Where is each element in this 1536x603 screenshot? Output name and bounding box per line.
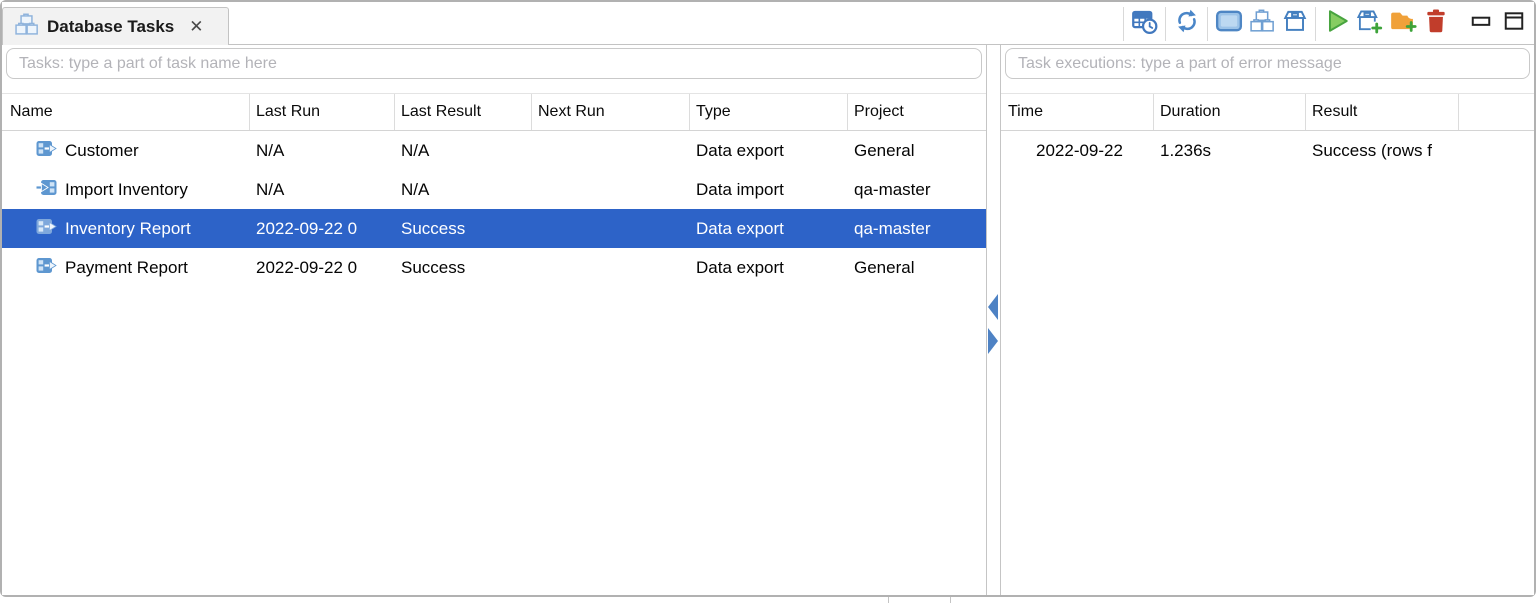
collapse-right-arrow-icon[interactable] — [988, 328, 998, 354]
toolbar-separator — [1207, 6, 1208, 41]
task-name: Import Inventory — [65, 179, 188, 199]
column-header-type[interactable]: Type — [690, 94, 848, 130]
main-area: Name Last Run Last Result Next Run Type … — [2, 45, 1534, 595]
column-header-filler — [1459, 94, 1534, 130]
trash-icon — [1424, 8, 1448, 39]
task-project: qa-master — [854, 179, 931, 199]
execution-duration: 1.236s — [1160, 140, 1212, 160]
column-header-time[interactable]: Time — [1001, 94, 1154, 130]
data-export-icon — [36, 257, 57, 279]
task-last-result: Success — [401, 218, 466, 238]
open-box-icon — [1282, 8, 1308, 39]
task-last-run: N/A — [256, 179, 285, 199]
sash-tick — [888, 597, 889, 603]
executions-filter-area — [1001, 45, 1534, 93]
tasks-filter-area — [2, 45, 986, 93]
database-tasks-window: Database Tasks ✕ Tasks: type a part of t… — [0, 0, 1536, 597]
column-header-name[interactable]: Name — [2, 94, 250, 130]
executions-filter-input[interactable] — [1005, 48, 1530, 79]
create-task-folder-button[interactable] — [1386, 7, 1419, 41]
play-icon — [1324, 8, 1350, 39]
task-name: Payment Report — [65, 257, 188, 277]
task-name: Customer — [65, 140, 139, 160]
tasks-panel: Name Last Run Last Result Next Run Type … — [2, 45, 987, 595]
maximize-icon — [1503, 10, 1525, 37]
show-panel-button[interactable] — [1212, 7, 1245, 41]
task-last-run: 2022-09-22 0 — [256, 257, 358, 277]
task-row-import-inventory[interactable]: Import Inventory N/A N/A Data import qa-… — [2, 170, 986, 209]
task-last-result: Success — [401, 257, 466, 277]
task-row-inventory-report[interactable]: Inventory Report 2022-09-22 0 Success Da… — [2, 209, 986, 248]
tasks-filter-input[interactable] — [6, 48, 982, 79]
group-tasks-button[interactable] — [1245, 7, 1278, 41]
delete-task-button[interactable] — [1419, 7, 1452, 41]
execution-result: Success (rows f — [1312, 140, 1432, 160]
view-task-schedules-button[interactable] — [1128, 7, 1161, 41]
task-last-result: N/A — [401, 140, 430, 160]
task-executions-panel: Time Duration Result 2022-09-22 1.236s S… — [1000, 45, 1534, 595]
task-type: Data export — [696, 257, 784, 277]
tab-title: Database Tasks — [47, 16, 175, 36]
task-last-run: N/A — [256, 140, 285, 160]
task-row-customer[interactable]: Customer N/A N/A Data export General — [2, 131, 986, 170]
new-task-icon — [1356, 8, 1383, 40]
column-header-duration[interactable]: Duration — [1154, 94, 1306, 130]
task-project: qa-master — [854, 218, 931, 238]
panel-splitter[interactable] — [987, 45, 1000, 595]
task-project: General — [854, 140, 915, 160]
task-last-run: 2022-09-22 0 — [256, 218, 358, 238]
task-project: General — [854, 257, 915, 277]
toolbar-separator — [1315, 6, 1316, 41]
panel-icon — [1215, 8, 1243, 39]
task-name: Inventory Report — [65, 218, 191, 238]
collapse-left-arrow-icon[interactable] — [988, 294, 998, 320]
toolbar — [1119, 2, 1530, 45]
toolbar-separator — [1165, 6, 1166, 41]
run-task-button[interactable] — [1320, 7, 1353, 41]
sash-tick — [950, 597, 951, 603]
boxes-icon — [1249, 9, 1274, 38]
table-clock-icon — [1131, 8, 1158, 40]
task-type: Data export — [696, 218, 784, 238]
minimize-button[interactable] — [1464, 7, 1497, 41]
toolbar-separator — [1123, 6, 1124, 41]
task-row-payment-report[interactable]: Payment Report 2022-09-22 0 Success Data… — [2, 248, 986, 287]
task-type: Data export — [696, 140, 784, 160]
data-export-icon — [36, 140, 57, 162]
flat-view-button[interactable] — [1278, 7, 1311, 41]
task-last-result: N/A — [401, 179, 430, 199]
column-header-last-result[interactable]: Last Result — [395, 94, 532, 130]
create-new-task-button[interactable] — [1353, 7, 1386, 41]
data-import-icon — [36, 179, 57, 201]
tab-bar: Database Tasks ✕ — [2, 2, 1534, 45]
execution-time: 2022-09-22 — [1036, 140, 1123, 160]
task-type: Data import — [696, 179, 784, 199]
tab-database-tasks[interactable]: Database Tasks ✕ — [2, 7, 229, 45]
data-export-icon — [36, 218, 57, 240]
column-header-next-run[interactable]: Next Run — [532, 94, 690, 130]
minimize-icon — [1470, 10, 1492, 37]
below-window-strip — [0, 597, 1536, 603]
stacked-boxes-icon — [15, 13, 38, 41]
column-header-last-run[interactable]: Last Run — [250, 94, 395, 130]
refresh-button[interactable] — [1170, 7, 1203, 41]
new-folder-icon — [1389, 8, 1417, 39]
column-header-project[interactable]: Project — [848, 94, 986, 130]
tab-close-icon[interactable]: ✕ — [189, 18, 203, 35]
tasks-table-header: Name Last Run Last Result Next Run Type … — [2, 93, 986, 131]
maximize-button[interactable] — [1497, 7, 1530, 41]
refresh-icon — [1174, 8, 1200, 39]
executions-table-header: Time Duration Result — [1001, 93, 1534, 131]
column-header-result[interactable]: Result — [1306, 94, 1459, 130]
execution-row[interactable]: 2022-09-22 1.236s Success (rows f — [1001, 131, 1534, 170]
